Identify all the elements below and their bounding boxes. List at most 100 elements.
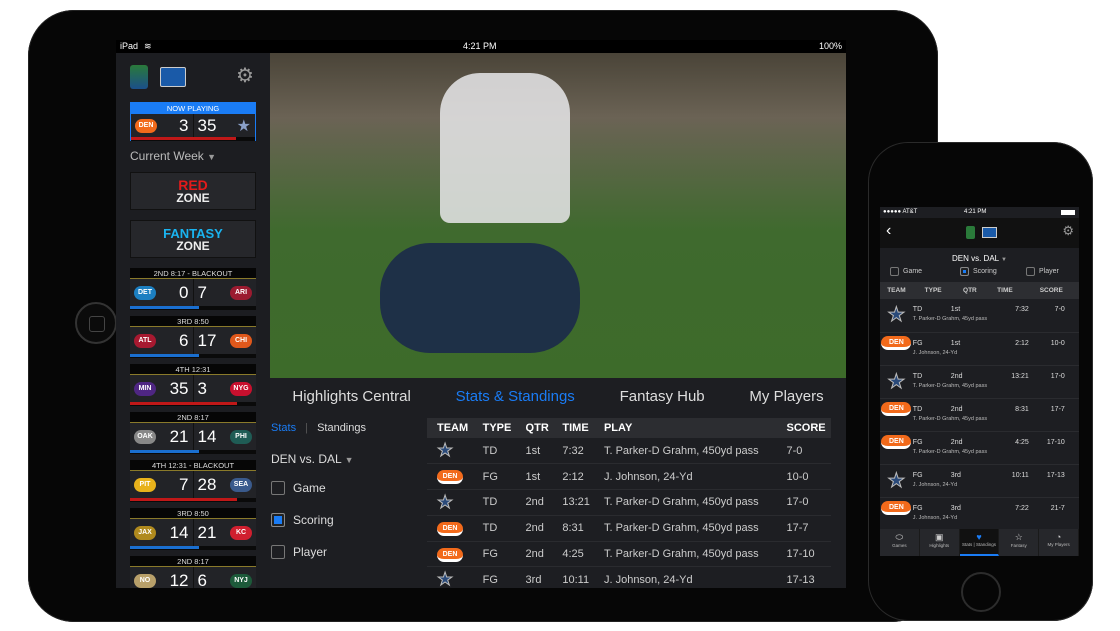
tab-games[interactable]: ⬭ Games — [880, 529, 920, 556]
tab-my-players[interactable]: My Players — [749, 388, 823, 405]
away-score: 7 — [197, 282, 207, 302]
table-row[interactable]: ★ TD 1st 7:32 T. Parker-D Grahm, 450yd pass 7… — [427, 438, 831, 465]
now-playing-card[interactable]: NOW PLAYING DEN 3 35 ★ — [130, 102, 256, 141]
checkbox[interactable] — [960, 267, 969, 276]
table-row[interactable]: DEN FG 2nd 4:25 T. Parker-D Grahm, 450yd pas… — [427, 541, 831, 568]
matchup-dropdown[interactable]: DEN vs. DAL ▼ — [880, 254, 1079, 263]
column-header[interactable]: TYPE — [912, 282, 954, 299]
clock: 4:21 PM — [463, 41, 497, 51]
checkbox[interactable] — [271, 545, 285, 559]
column-header[interactable]: QTR — [953, 282, 987, 299]
home-score: 21 — [169, 426, 189, 446]
iphone-home-button[interactable] — [961, 572, 1001, 612]
checkbox[interactable] — [890, 267, 899, 276]
game-progress-bar — [131, 137, 255, 141]
game-status: 3RD 8:50 — [130, 316, 256, 327]
team-logo: DET — [134, 285, 156, 300]
table-row[interactable]: ★ TD 1st 7:32 7-0 T. Parker-D Grahm, 45yd p… — [880, 299, 1079, 333]
column-header[interactable]: SCORE — [776, 418, 831, 438]
broncos-logo: DEN — [881, 434, 912, 449]
team-logo: ARI — [230, 285, 252, 300]
filter-player[interactable]: Player — [1026, 267, 1059, 276]
filter-player[interactable]: Player — [271, 545, 327, 559]
status-bar: iPad ≋ 4:21 PM 100% — [116, 40, 846, 53]
gear-icon[interactable]: ⚙ — [236, 63, 254, 88]
game-status: 2ND 8:17 - BLACKOUT — [130, 268, 256, 279]
table-row[interactable]: ★ TD 2nd 13:21 T. Parker-D Grahm, 450yd pass… — [427, 489, 831, 516]
tab-highlights-central[interactable]: Highlights Central — [292, 388, 410, 405]
tab-my-players[interactable]: ◔ My Players — [1039, 529, 1079, 556]
cell-qtr: 2nd — [515, 515, 553, 542]
cell-score: 17-0 — [776, 489, 831, 516]
cell-type: TD — [912, 306, 923, 313]
table-row[interactable]: ★ FG 3rd 10:11 J. Johnson, 24-Yd 17-13 — [427, 566, 831, 588]
cell-time: 2:12 — [1015, 339, 1029, 347]
ipad-home-button[interactable] — [75, 302, 117, 344]
filter-scoring[interactable]: Scoring — [271, 513, 334, 527]
tab-fantasy-hub[interactable]: Fantasy Hub — [620, 388, 705, 405]
checkbox[interactable] — [271, 481, 285, 495]
highlight-video-image[interactable] — [270, 53, 846, 378]
game-card[interactable]: 2ND 8:17 - BLACKOUT DET 0 7 ARI — [130, 268, 256, 310]
column-header[interactable]: TEAM — [880, 282, 913, 299]
filter-game[interactable]: Game — [890, 267, 922, 276]
tab-stats-standings[interactable]: Stats & Standings — [456, 388, 575, 405]
checkbox[interactable] — [271, 513, 285, 527]
table-row[interactable]: DEN FG 1st 2:12 J. Johnson, 24-Yd 10-0 — [427, 463, 831, 491]
broncos-logo: DEN — [437, 521, 463, 536]
subtab-stats[interactable]: Stats — [271, 422, 296, 434]
column-header[interactable]: SCORE — [1023, 282, 1079, 299]
table-row[interactable]: ★ FG 3rd 10:11 17-13 J. Johnson, 24-Yd — [880, 464, 1079, 498]
game-card[interactable]: 2ND 8:17 OAK 21 14 PHI — [130, 412, 256, 454]
checkbox[interactable] — [1026, 267, 1035, 276]
tab-fantasy[interactable]: ☆ Fantasy — [999, 529, 1040, 556]
game-progress-bar — [130, 546, 256, 550]
table-row[interactable]: DEN TD 2nd 8:31 17-7 T. Parker-D Grahm, 45y… — [880, 398, 1079, 432]
team-logo: MIN — [134, 381, 156, 396]
fantasy-zone-button[interactable]: FANTASY ZONE — [130, 220, 256, 258]
table-row[interactable]: DEN FG 3rd 7:22 21-7 J. Johnson, 24-Yd — [880, 497, 1079, 531]
away-score: 35 — [197, 115, 217, 135]
tab-highlights[interactable]: ▣ Highlights — [920, 529, 960, 556]
column-header[interactable]: TIME — [552, 418, 594, 438]
column-header[interactable]: QTR — [515, 418, 553, 438]
cell-play: T. Parker-D Grahm, 45yd pass — [912, 316, 988, 322]
subtab-standings[interactable]: Standings — [317, 422, 366, 434]
table-row[interactable]: DEN FG 2nd 4:25 17-10 T. Parker-D Grahm, 45… — [880, 431, 1079, 465]
broncos-logo: DEN — [881, 500, 912, 515]
away-score: 14 — [197, 426, 217, 446]
matchup-dropdown[interactable]: DEN vs. DAL ▼ — [271, 452, 354, 466]
directv-logo — [160, 67, 186, 87]
broncos-logo: DEN — [437, 547, 463, 562]
filter-game[interactable]: Game — [271, 481, 326, 495]
home-score: 6 — [179, 330, 189, 350]
game-card[interactable]: 3RD 8:50 ATL 6 17 CHI — [130, 316, 256, 358]
player-silhouette — [440, 73, 570, 223]
column-header[interactable]: PLAY — [593, 418, 777, 438]
column-header[interactable]: TYPE — [472, 418, 516, 438]
cell-time: 7:22 — [1015, 504, 1029, 512]
cell-qtr: 2nd — [950, 372, 963, 380]
column-header[interactable]: TEAM — [427, 418, 473, 438]
cell-play: T. Parker-D Grahm, 45yd pass — [912, 448, 988, 455]
back-icon[interactable]: ‹ — [886, 222, 891, 240]
cell-time: 4:25 — [1015, 438, 1029, 446]
column-header[interactable]: TIME — [986, 282, 1024, 299]
cell-play: J. Johnson, 24-Yd — [912, 481, 958, 488]
table-row[interactable]: DEN FG 1st 2:12 10-0 J. Johnson, 24-Yd — [880, 332, 1079, 366]
filter-scoring[interactable]: Scoring — [960, 267, 997, 276]
cell-score: 17-7 — [1050, 405, 1065, 413]
game-card[interactable]: 2ND 8:17 NO 12 6 NYJ — [130, 556, 256, 588]
table-row[interactable]: DEN TD 2nd 8:31 T. Parker-D Grahm, 450yd pas… — [427, 515, 831, 542]
game-card[interactable]: 4TH 12:31 - BLACKOUT PIT 7 28 SEA — [130, 460, 256, 502]
table-row[interactable]: ★ TD 2nd 13:21 17-0 T. Parker-D Grahm, 45yd… — [880, 365, 1079, 399]
tab-stats-standings[interactable]: ♥ Stats | Standings — [959, 529, 1000, 556]
red-zone-button[interactable]: RED ZONE — [130, 172, 256, 210]
cell-qtr: 2nd — [515, 489, 553, 516]
cell-type: TD — [472, 438, 516, 465]
game-card[interactable]: 4TH 12:31 MIN 35 3 NYG — [130, 364, 256, 406]
gear-icon[interactable]: ⚙ — [1062, 223, 1074, 239]
game-card[interactable]: 3RD 8:50 JAX 14 21 KC — [130, 508, 256, 550]
week-selector[interactable]: Current Week ▼ — [130, 149, 216, 163]
team-logo: KC — [230, 525, 252, 540]
